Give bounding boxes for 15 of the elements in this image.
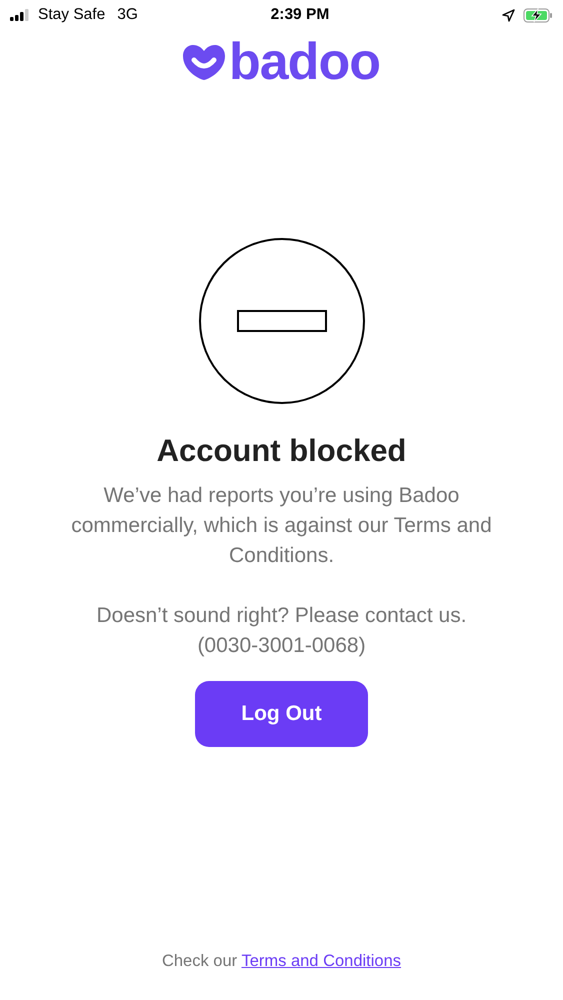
clock-time: 2:39 PM (270, 5, 330, 26)
contact-prompt: Doesn’t sound right? Please contact us. (95, 603, 468, 630)
location-icon (502, 8, 515, 22)
signal-icon (10, 9, 30, 21)
blocked-icon (198, 238, 364, 404)
terms-link[interactable]: Terms and Conditions (241, 952, 402, 970)
page-title: Account blocked (156, 432, 408, 470)
logo-text: badoo (229, 36, 380, 88)
log-out-button[interactable]: Log Out (195, 681, 368, 748)
phone-number: (0030-3001-0068) (196, 633, 367, 660)
message-text: We’ve had reports you’re using Badoo commercially, which is against our Terms and Conditions. (70, 483, 493, 570)
network-type: 3G (117, 5, 138, 26)
logo-icon (183, 43, 225, 81)
carrier-name: Stay Safe (38, 5, 106, 26)
footer-text: Check our (162, 952, 238, 970)
